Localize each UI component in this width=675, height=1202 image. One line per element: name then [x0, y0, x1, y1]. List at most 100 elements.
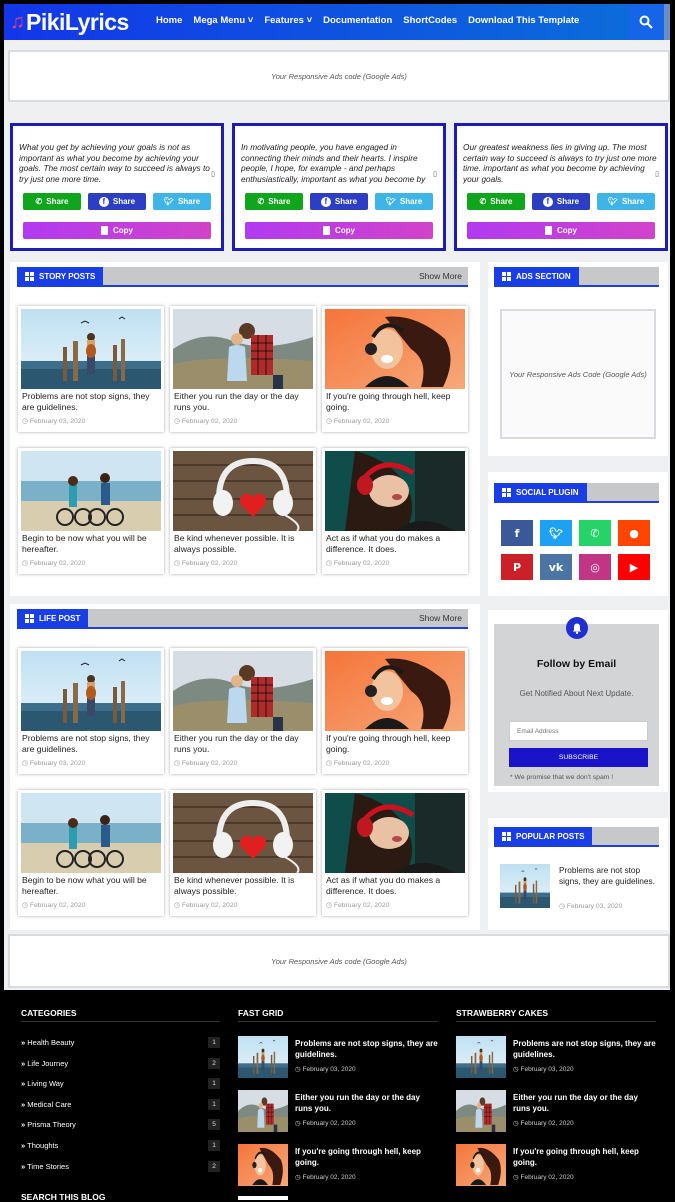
footer-post-item[interactable]: If you're going through hell, keep going…	[238, 1144, 438, 1188]
copy-button[interactable]: Copy	[23, 222, 211, 239]
footer-post-thumbnail[interactable]	[456, 1144, 506, 1186]
post-thumbnail[interactable]	[173, 651, 313, 731]
footer-post-title[interactable]: If you're going through hell, keep going…	[513, 1146, 656, 1168]
footer-post-title[interactable]: Problems are not stop signs, they are gu…	[513, 1038, 656, 1060]
youtube-social-button[interactable]: ▶	[618, 554, 650, 580]
post-thumbnail[interactable]	[21, 451, 161, 531]
reddit-social-button[interactable]: ●	[618, 520, 650, 546]
footer-post-title[interactable]: Either you run the day or the day runs y…	[295, 1092, 438, 1114]
footer-post-thumbnail[interactable]	[238, 1036, 288, 1078]
post-card[interactable]: Be kind whenever possible. It is always …	[170, 790, 316, 916]
footer-post-thumbnail[interactable]	[238, 1144, 288, 1186]
post-title[interactable]: Either you run the day or the day runs y…	[174, 733, 313, 755]
popular-thumb[interactable]	[500, 864, 550, 908]
nav-features[interactable]: Features ˅	[264, 15, 312, 26]
footer-post-item[interactable]: Problems are not stop signs, they are gu…	[238, 1036, 438, 1080]
post-title[interactable]: If you're going through hell, keep going…	[326, 733, 465, 755]
post-title[interactable]: Problems are not stop signs, they are gu…	[22, 733, 161, 755]
category-item[interactable]: » Time Stories 2	[21, 1160, 220, 1175]
facebook-share-button[interactable]: f Share	[88, 193, 146, 210]
post-card[interactable]: Problems are not stop signs, they are gu…	[18, 648, 164, 774]
post-card[interactable]: If you're going through hell, keep going…	[322, 648, 468, 774]
post-thumbnail[interactable]	[325, 451, 465, 531]
post-title[interactable]: Act as if what you do makes a difference…	[326, 875, 465, 897]
twitter-social-button[interactable]: 🐦︎	[540, 520, 572, 546]
story-show-more[interactable]: Show More	[419, 271, 462, 281]
copy-label: Copy	[335, 226, 355, 235]
nav-shortcodes[interactable]: ShortCodes	[403, 15, 457, 26]
site-logo[interactable]: ♫ PikiLyrics	[10, 9, 129, 35]
vk-social-button[interactable]: vk	[540, 554, 572, 580]
post-card[interactable]: Begin to be now what you will be hereaft…	[18, 790, 164, 916]
post-title[interactable]: Begin to be now what you will be hereaft…	[22, 533, 161, 555]
twitter-share-button[interactable]: 🐦︎ Share	[375, 193, 433, 210]
footer-post-thumbnail[interactable]	[456, 1036, 506, 1078]
post-thumbnail[interactable]	[325, 651, 465, 731]
post-thumbnail[interactable]	[173, 793, 313, 873]
post-card[interactable]: Problems are not stop signs, they are gu…	[18, 306, 164, 432]
nav-mega-menu[interactable]: Mega Menu ˅	[193, 15, 253, 26]
facebook-share-button[interactable]: f Share	[532, 193, 590, 210]
post-card[interactable]: Be kind whenever possible. It is always …	[170, 448, 316, 574]
search-button[interactable]	[628, 4, 664, 40]
whatsapp-share-button[interactable]: ✆ Share	[467, 193, 525, 210]
footer-post-thumbnail[interactable]	[238, 1090, 288, 1132]
instagram-social-button[interactable]: ◎	[579, 554, 611, 580]
post-date: ◷ February 03, 2020	[22, 417, 85, 425]
post-card[interactable]: Either you run the day or the day runs y…	[170, 648, 316, 774]
post-card[interactable]: Begin to be now what you will be hereaft…	[18, 448, 164, 574]
post-title[interactable]: Begin to be now what you will be hereaft…	[22, 875, 161, 897]
category-item[interactable]: » Life Journey 2	[21, 1057, 220, 1072]
post-thumbnail[interactable]	[173, 451, 313, 531]
nav-home[interactable]: Home	[156, 15, 182, 26]
post-card[interactable]: Act as if what you do makes a difference…	[322, 790, 468, 916]
footer-post-item[interactable]: Either you run the day or the day runs y…	[238, 1090, 438, 1134]
post-title[interactable]: Be kind whenever possible. It is always …	[174, 533, 313, 555]
post-thumbnail[interactable]	[21, 793, 161, 873]
whatsapp-social-button[interactable]: ✆	[579, 520, 611, 546]
whatsapp-share-button[interactable]: ✆ Share	[245, 193, 303, 210]
post-title[interactable]: Be kind whenever possible. It is always …	[174, 875, 313, 897]
nav-download[interactable]: Download This Template	[468, 15, 579, 26]
post-thumbnail[interactable]	[21, 651, 161, 731]
footer-post-thumbnail[interactable]	[456, 1090, 506, 1132]
pinterest-social-button[interactable]: P	[501, 554, 533, 580]
footer-post-title[interactable]: Either you run the day or the day runs y…	[513, 1092, 656, 1114]
category-item[interactable]: » Health Beauty 1	[21, 1037, 220, 1051]
double-chevron-icon: »	[21, 1120, 26, 1130]
email-input[interactable]	[509, 721, 648, 741]
post-title[interactable]: If you're going through hell, keep going…	[326, 391, 465, 413]
whatsapp-share-button[interactable]: ✆ Share	[23, 193, 81, 210]
footer-post-item[interactable]: Either you run the day or the day runs y…	[456, 1090, 656, 1134]
category-item[interactable]: » Prisma Theory 5	[21, 1119, 220, 1133]
twitter-share-button[interactable]: 🐦︎ Share	[153, 193, 211, 210]
post-title[interactable]: Act as if what you do makes a difference…	[326, 533, 465, 555]
footer-post-title[interactable]: If you're going through hell, keep going…	[295, 1146, 438, 1168]
footer-post-item[interactable]: If you're going through hell, keep going…	[456, 1144, 656, 1188]
post-title[interactable]: Either you run the day or the day runs y…	[174, 391, 313, 413]
bottom-ad-text: Your Responsive Ads code (Google Ads)	[271, 956, 407, 966]
copy-button[interactable]: Copy	[245, 222, 433, 239]
footer-post-item[interactable]: Problems are not stop signs, they are gu…	[456, 1036, 656, 1080]
post-thumbnail[interactable]	[325, 309, 465, 389]
post-thumbnail[interactable]	[21, 309, 161, 389]
twitter-share-label: Share	[621, 197, 645, 206]
category-item[interactable]: » Living Way 1	[21, 1078, 220, 1092]
facebook-social-button[interactable]: f	[501, 520, 533, 546]
post-card[interactable]: Either you run the day or the day runs y…	[170, 306, 316, 432]
twitter-share-button[interactable]: 🐦︎ Share	[597, 193, 655, 210]
popular-post-title[interactable]: Problems are not stop signs, they are gu…	[559, 865, 659, 887]
post-title[interactable]: Problems are not stop signs, they are gu…	[22, 391, 161, 413]
footer-post-title[interactable]: Problems are not stop signs, they are gu…	[295, 1038, 438, 1060]
post-card[interactable]: If you're going through hell, keep going…	[322, 306, 468, 432]
facebook-share-button[interactable]: f Share	[310, 193, 368, 210]
post-card[interactable]: Act as if what you do makes a difference…	[322, 448, 468, 574]
post-thumbnail[interactable]	[325, 793, 465, 873]
category-item[interactable]: » Medical Care 1	[21, 1098, 220, 1113]
copy-button[interactable]: Copy	[467, 222, 655, 239]
nav-documentation[interactable]: Documentation	[323, 15, 392, 26]
subscribe-button[interactable]: SUBSCRIBE	[509, 748, 648, 767]
life-show-more[interactable]: Show More	[419, 613, 462, 623]
post-thumbnail[interactable]	[173, 309, 313, 389]
category-item[interactable]: » Thoughts 1	[21, 1140, 220, 1154]
